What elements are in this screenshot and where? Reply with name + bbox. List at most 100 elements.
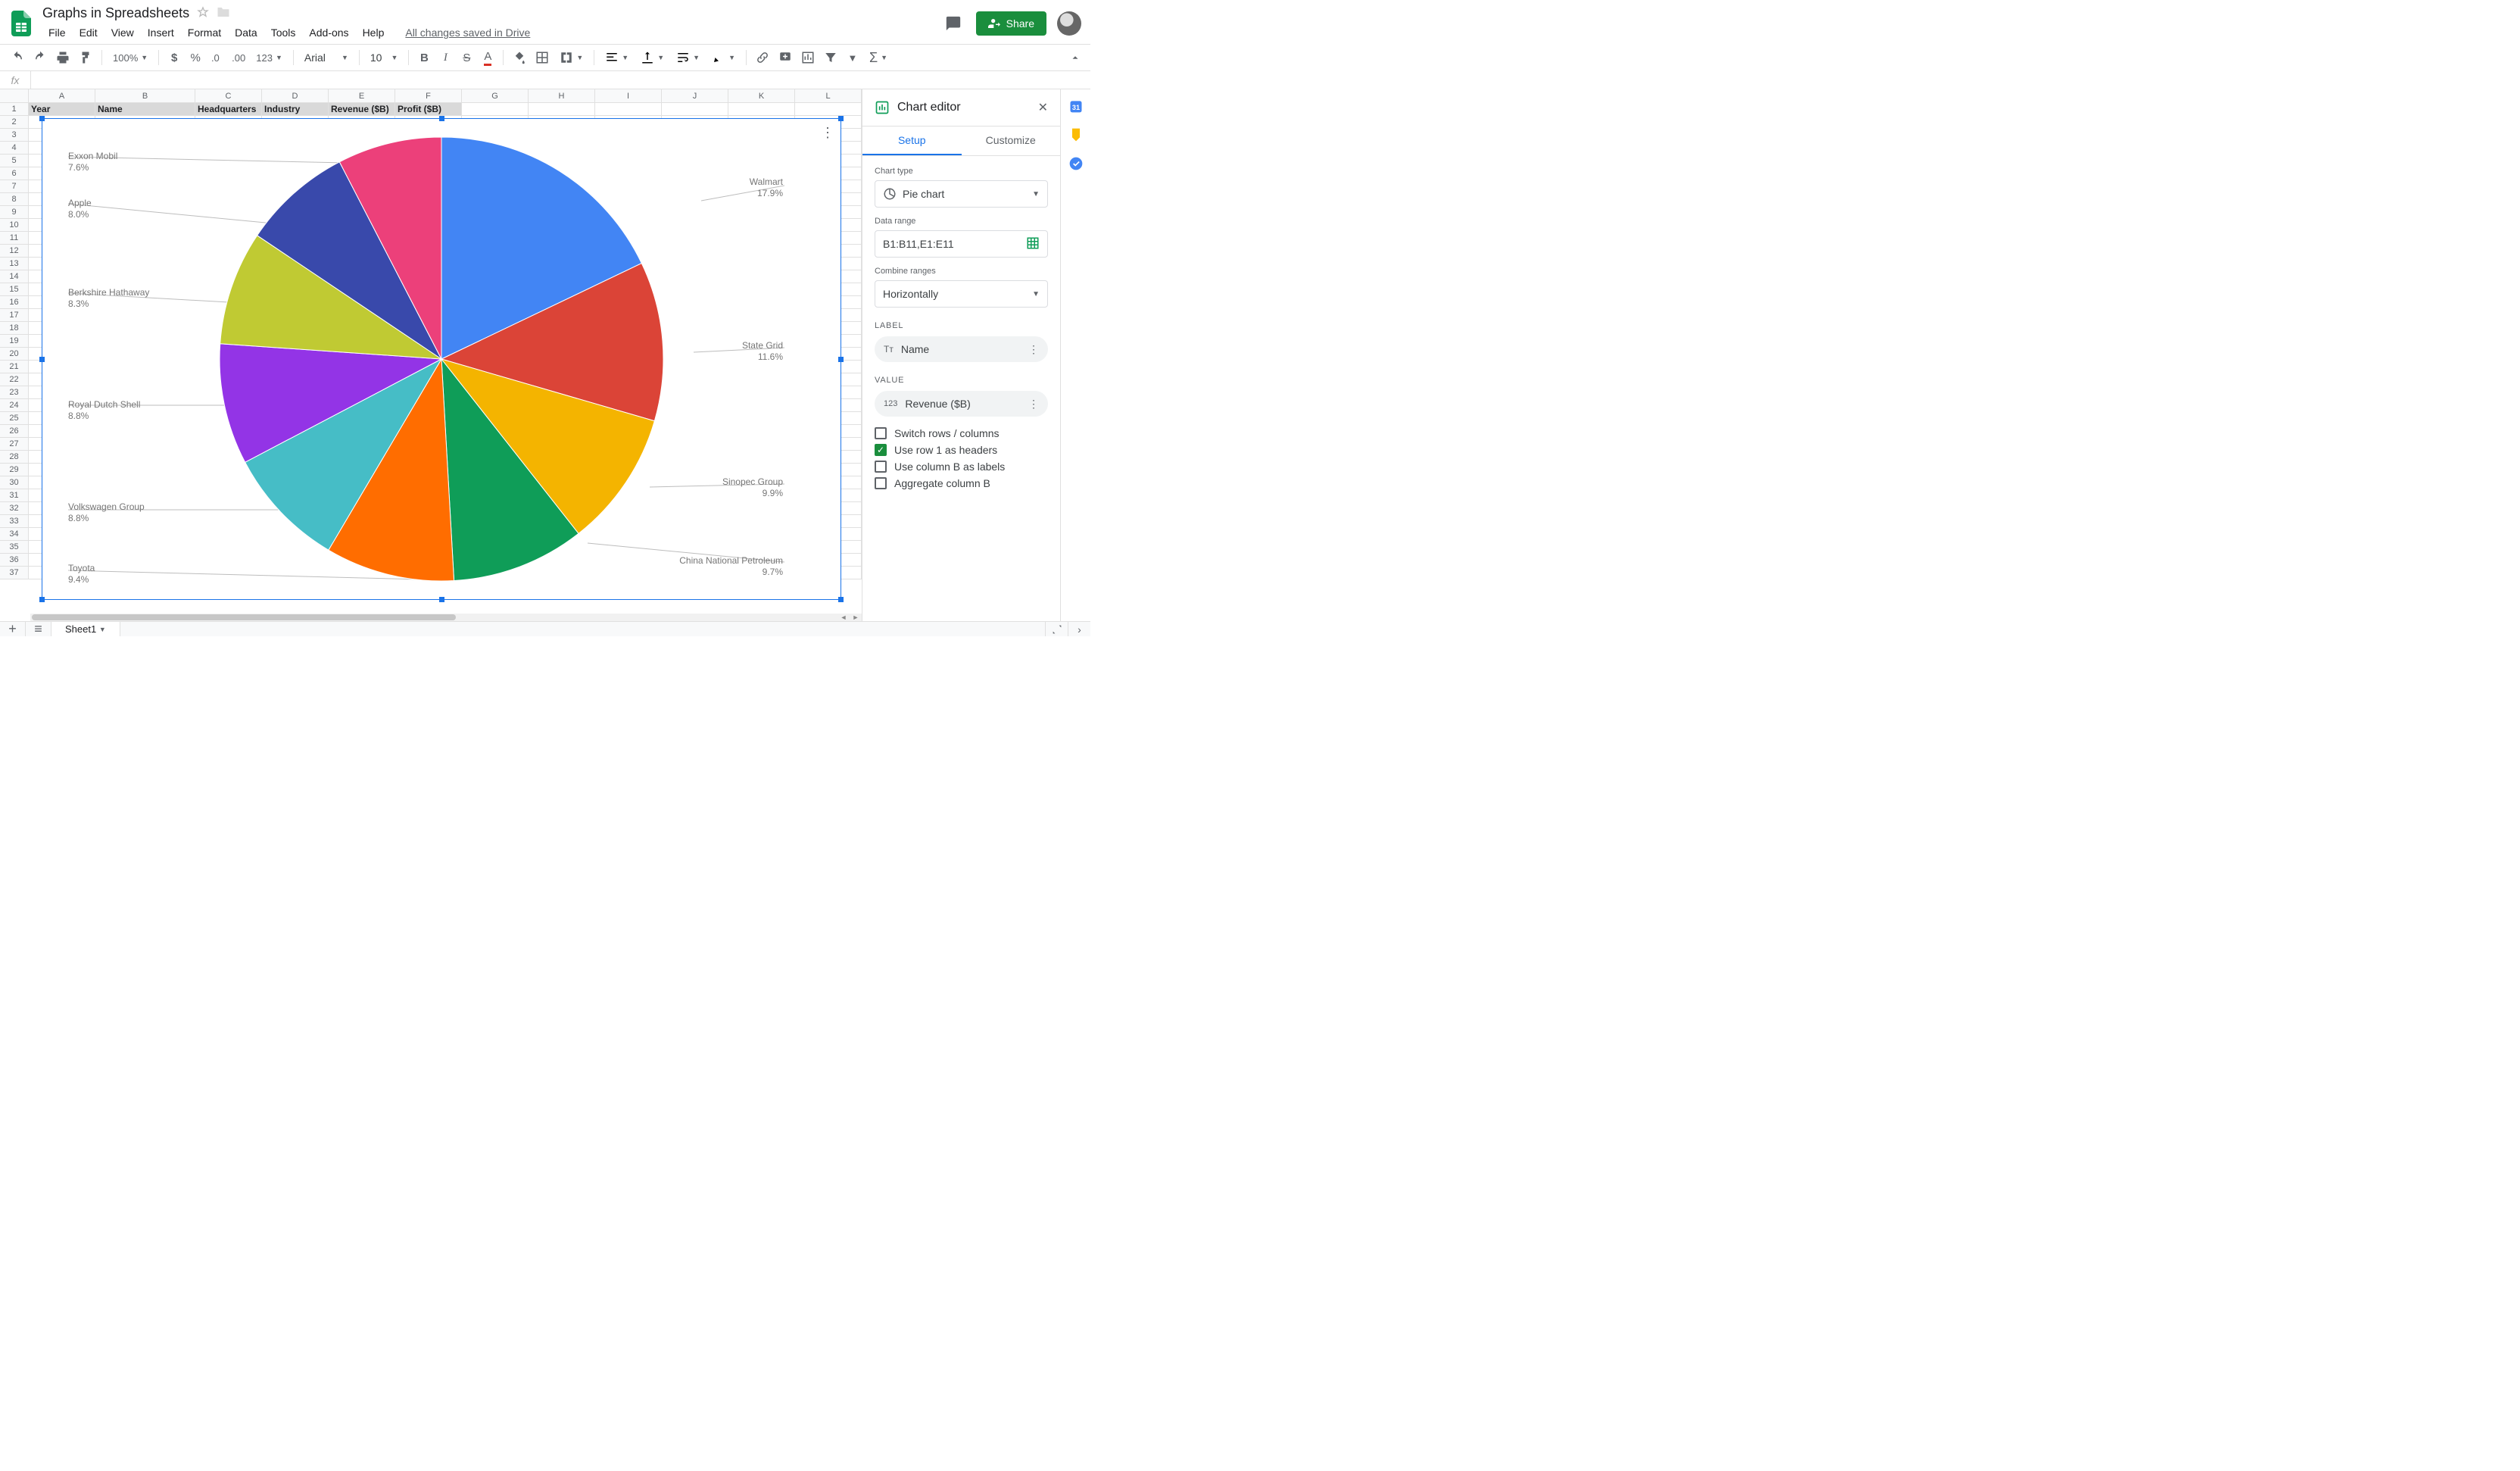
menu-add-ons[interactable]: Add-ons [303, 23, 354, 42]
column-header[interactable]: G [462, 89, 529, 102]
column-header[interactable]: D [262, 89, 329, 102]
decrease-decimal-button[interactable]: .0 [207, 48, 226, 67]
row-header[interactable]: 1 [0, 103, 29, 115]
collapse-toolbar-button[interactable] [1066, 48, 1084, 67]
row-header[interactable]: 14 [0, 270, 29, 283]
italic-button[interactable]: I [436, 48, 454, 67]
row-header[interactable]: 33 [0, 515, 29, 527]
scroll-right-icon[interactable]: ► [850, 614, 862, 621]
row-header[interactable]: 21 [0, 361, 29, 373]
grid-select-icon[interactable] [1026, 236, 1040, 252]
column-header[interactable]: F [395, 89, 462, 102]
row-header[interactable]: 8 [0, 193, 29, 205]
all-sheets-button[interactable]: ≡ [26, 622, 51, 636]
row-header[interactable]: 31 [0, 489, 29, 501]
comment-button[interactable] [775, 48, 795, 67]
fill-color-button[interactable] [510, 48, 529, 67]
row-header[interactable]: 35 [0, 541, 29, 553]
move-folder-icon[interactable] [217, 6, 230, 20]
row-header[interactable]: 24 [0, 399, 29, 411]
font-dropdown[interactable]: Arial▼ [300, 48, 353, 67]
functions-dropdown[interactable]: Σ▼ [865, 48, 892, 67]
ce-tab-setup[interactable]: Setup [862, 126, 962, 155]
checkbox-row[interactable]: Aggregate column B [875, 477, 1048, 489]
calendar-icon[interactable]: 31 [1068, 98, 1084, 114]
column-header[interactable]: C [195, 89, 262, 102]
row-header[interactable]: 3 [0, 129, 29, 141]
document-title[interactable]: Graphs in Spreadsheets [42, 5, 189, 21]
row-header[interactable]: 36 [0, 554, 29, 566]
label-more-icon[interactable]: ⋮ [1028, 343, 1039, 356]
checkbox[interactable] [875, 461, 887, 473]
star-icon[interactable] [197, 6, 209, 20]
text-color-button[interactable]: A [479, 48, 497, 67]
cell[interactable]: Name [95, 103, 195, 115]
zoom-dropdown[interactable]: 100%▼ [108, 48, 152, 67]
chart-menu-icon[interactable]: ⋮ [821, 125, 834, 141]
column-header[interactable]: B [95, 89, 195, 102]
column-header[interactable]: E [329, 89, 395, 102]
side-panel-toggle[interactable]: › [1068, 622, 1090, 636]
row-header[interactable]: 26 [0, 425, 29, 437]
cell[interactable] [728, 103, 795, 115]
currency-button[interactable]: $ [165, 48, 183, 67]
row-header[interactable]: 34 [0, 528, 29, 540]
checkbox-row[interactable]: Switch rows / columns [875, 427, 1048, 439]
print-button[interactable] [53, 48, 73, 67]
ce-tab-customize[interactable]: Customize [962, 126, 1061, 155]
increase-decimal-button[interactable]: .00 [229, 48, 248, 67]
menu-help[interactable]: Help [357, 23, 391, 42]
checkbox-row[interactable]: Use row 1 as headers [875, 444, 1048, 456]
row-header[interactable]: 4 [0, 142, 29, 154]
sheets-logo-icon[interactable] [6, 8, 36, 39]
cell[interactable] [595, 103, 662, 115]
row-header[interactable]: 6 [0, 167, 29, 180]
menu-tools[interactable]: Tools [265, 23, 302, 42]
menu-insert[interactable]: Insert [142, 23, 180, 42]
comments-icon[interactable] [941, 11, 965, 36]
menu-file[interactable]: File [42, 23, 72, 42]
label-field-pill[interactable]: Tᴛ Name ⋮ [875, 336, 1048, 362]
share-button[interactable]: Share [976, 11, 1046, 36]
menu-edit[interactable]: Edit [73, 23, 104, 42]
menu-data[interactable]: Data [229, 23, 264, 42]
undo-button[interactable] [8, 48, 27, 67]
row-header[interactable]: 22 [0, 373, 29, 386]
filter-dropdown[interactable]: ▼ [844, 48, 862, 67]
chart-button[interactable] [798, 48, 818, 67]
row-header[interactable]: 10 [0, 219, 29, 231]
borders-button[interactable] [532, 48, 552, 67]
cell[interactable] [795, 103, 862, 115]
cell[interactable]: Revenue ($B) [329, 103, 395, 115]
value-more-icon[interactable]: ⋮ [1028, 398, 1039, 411]
explore-button[interactable] [1045, 622, 1068, 636]
cell[interactable]: Profit ($B) [395, 103, 462, 115]
row-header[interactable]: 7 [0, 180, 29, 192]
cell[interactable] [529, 103, 595, 115]
number-format-dropdown[interactable]: 123▼ [251, 48, 287, 67]
column-header[interactable]: J [662, 89, 728, 102]
account-avatar[interactable] [1057, 11, 1081, 36]
row-header[interactable]: 29 [0, 464, 29, 476]
row-header[interactable]: 37 [0, 567, 29, 579]
column-header[interactable]: A [29, 89, 95, 102]
combine-ranges-select[interactable]: Horizontally ▼ [875, 280, 1048, 308]
value-field-pill[interactable]: 123 Revenue ($B) ⋮ [875, 391, 1048, 417]
column-header[interactable]: K [728, 89, 795, 102]
strikethrough-button[interactable]: S [457, 48, 476, 67]
chart-type-select[interactable]: Pie chart ▼ [875, 180, 1048, 208]
paint-format-button[interactable] [76, 48, 95, 67]
row-header[interactable]: 9 [0, 206, 29, 218]
row-header[interactable]: 28 [0, 451, 29, 463]
rotate-dropdown[interactable]: ▼ [707, 48, 740, 67]
spreadsheet-grid[interactable]: ABCDEFGHIJKL 1YearNameHeadquartersIndust… [0, 89, 862, 621]
menu-format[interactable]: Format [182, 23, 227, 42]
tasks-icon[interactable] [1068, 156, 1084, 171]
row-header[interactable]: 18 [0, 322, 29, 334]
checkbox[interactable] [875, 444, 887, 456]
row-header[interactable]: 2 [0, 116, 29, 128]
cell[interactable]: Headquarters [195, 103, 262, 115]
font-size-dropdown[interactable]: 10▼ [366, 48, 403, 67]
row-header[interactable]: 23 [0, 386, 29, 398]
bold-button[interactable]: B [415, 48, 433, 67]
